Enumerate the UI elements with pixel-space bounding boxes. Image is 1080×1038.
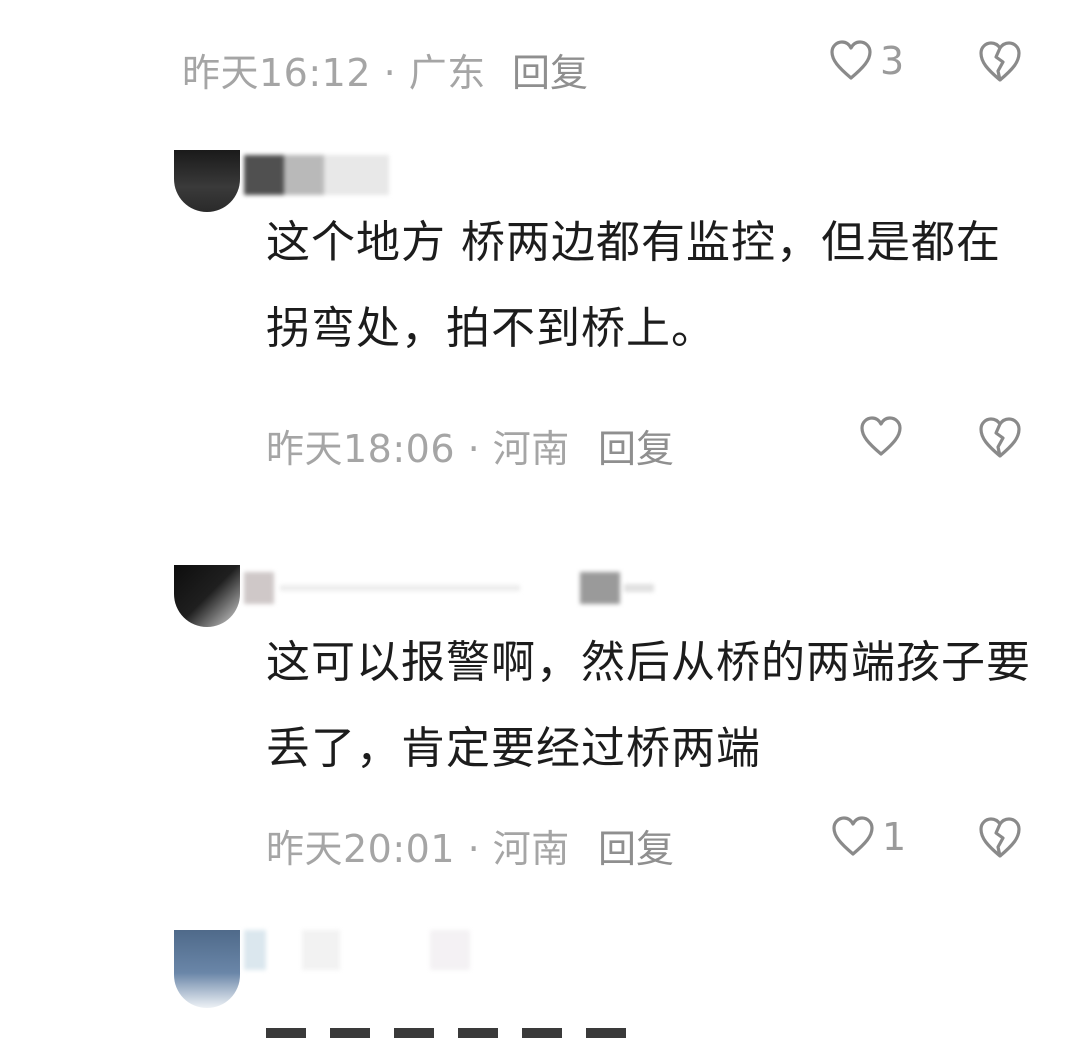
comment-text-line: 拐弯处，拍不到桥上。 <box>266 303 716 354</box>
avatar[interactable] <box>174 930 240 1008</box>
cropped-comment-text <box>266 1028 626 1038</box>
username-blurred[interactable] <box>244 568 674 608</box>
broken-heart-icon[interactable] <box>976 414 1024 462</box>
broken-heart-icon[interactable] <box>976 38 1024 86</box>
username-blurred[interactable] <box>244 155 389 195</box>
avatar[interactable] <box>174 150 240 212</box>
like-button[interactable]: 3 <box>828 38 904 84</box>
comment-text-line: 丢了，肯定要经过桥两端 <box>266 723 761 774</box>
broken-heart-icon[interactable] <box>976 814 1024 862</box>
like-button[interactable] <box>858 414 910 460</box>
heart-outline-icon <box>828 38 874 84</box>
heart-outline-icon <box>830 814 876 860</box>
reply-button[interactable]: 回复 <box>512 42 588 97</box>
comment-time-location: 昨天20:01 · 河南 <box>266 827 570 871</box>
comment-text: 这个地方 桥两边都有监控，但是都在 拐弯处，拍不到桥上。 <box>266 200 1046 372</box>
reply-button[interactable]: 回复 <box>598 418 674 473</box>
comment-text-line: 这可以报警啊，然后从桥的两端孩子要 <box>266 637 1031 688</box>
like-count: 1 <box>882 815 907 859</box>
avatar[interactable] <box>174 565 240 627</box>
like-count: 3 <box>880 39 905 83</box>
username-blurred[interactable] <box>244 930 484 970</box>
comment-time-location: 昨天16:12 · 广东 <box>182 51 486 95</box>
heart-outline-icon <box>858 414 904 460</box>
like-button[interactable]: 1 <box>830 814 906 860</box>
comment-text: 这可以报警啊，然后从桥的两端孩子要 丢了，肯定要经过桥两端 <box>266 620 1046 792</box>
comment-text-line: 这个地方 桥两边都有监控，但是都在 <box>266 217 1001 268</box>
reply-button[interactable]: 回复 <box>598 818 674 873</box>
comment-time-location: 昨天18:06 · 河南 <box>266 427 570 471</box>
